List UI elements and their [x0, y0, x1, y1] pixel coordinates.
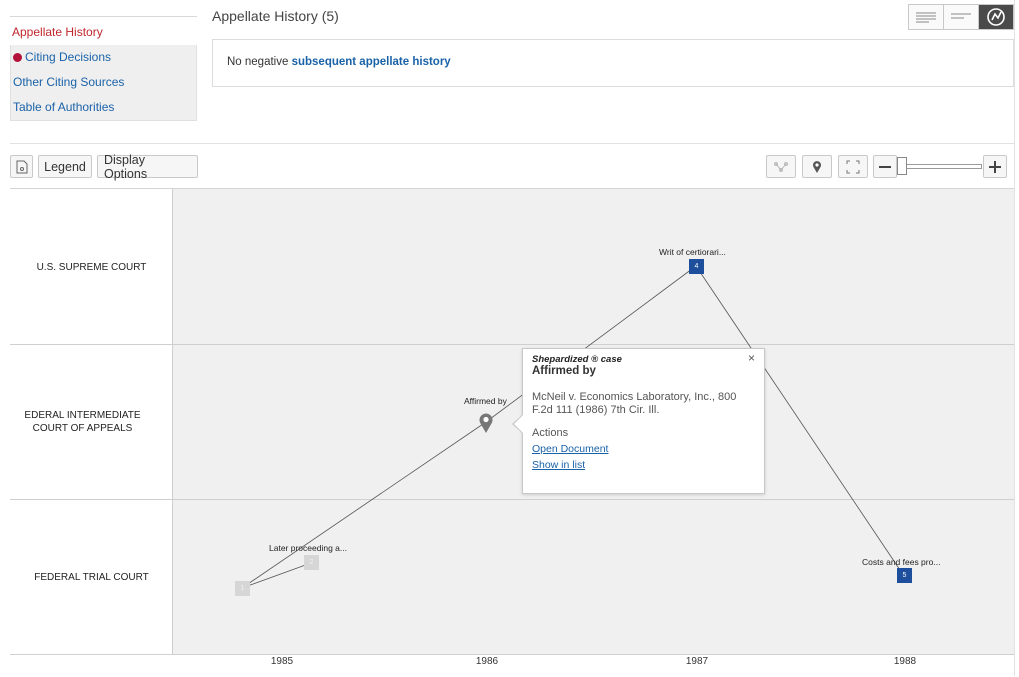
- node-label-2: Later proceeding a...: [269, 543, 347, 553]
- link-1-3: [241, 421, 487, 589]
- case-detail-popup: × Shepardized ® case Affirmed by McNeil …: [522, 348, 765, 494]
- history-node-4[interactable]: 4: [689, 259, 704, 274]
- node-label-5: Costs and fees pro...: [862, 557, 941, 567]
- history-links: [241, 265, 905, 589]
- close-icon[interactable]: ×: [748, 351, 755, 365]
- open-document-link[interactable]: Open Document: [532, 443, 755, 455]
- history-node-5[interactable]: 5: [897, 568, 912, 583]
- year-label: 1987: [685, 656, 709, 667]
- year-label: 1988: [893, 656, 917, 667]
- show-in-list-link[interactable]: Show in list: [532, 459, 755, 471]
- popup-kind: Shepardized ® case: [532, 354, 622, 365]
- year-axis: [10, 654, 1014, 676]
- year-label: 1985: [270, 656, 294, 667]
- link-1-2: [241, 562, 312, 589]
- node-label-4: Writ of certiorari...: [659, 247, 726, 257]
- popup-case-citation: McNeil v. Economics Laboratory, Inc., 80…: [532, 391, 737, 416]
- year-label: 1986: [475, 656, 499, 667]
- history-node-2[interactable]: 2: [304, 555, 319, 570]
- history-node-3-pin-icon[interactable]: [478, 412, 494, 434]
- history-node-1[interactable]: 1: [235, 581, 250, 596]
- node-label-3: Affirmed by: [464, 396, 507, 406]
- popup-title: Affirmed by: [532, 365, 596, 377]
- popup-actions-heading: Actions: [532, 427, 569, 439]
- popup-pointer-inner: [514, 415, 523, 433]
